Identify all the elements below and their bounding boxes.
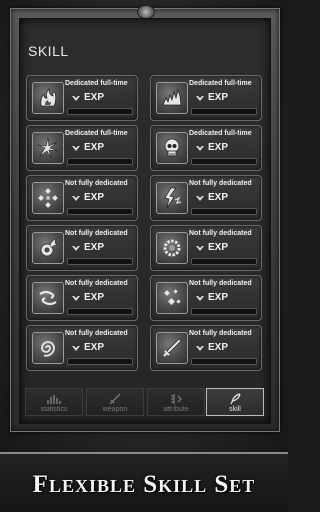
dots-skill-icon bbox=[32, 182, 64, 214]
wing-icon bbox=[72, 196, 80, 201]
fire-skill-icon bbox=[32, 82, 64, 114]
wing-icon bbox=[196, 196, 204, 201]
exp-label: EXP bbox=[208, 292, 229, 303]
skill-card[interactable]: Not fully dedicated EXP bbox=[150, 175, 262, 221]
sword-icon bbox=[109, 393, 121, 405]
skill-card[interactable]: Not fully dedicated EXP bbox=[26, 275, 138, 321]
exp-label: EXP bbox=[208, 242, 229, 253]
bars-icon bbox=[47, 395, 61, 404]
exp-bar bbox=[67, 108, 133, 115]
exp-bar bbox=[67, 158, 133, 165]
tab-skill[interactable]: skill bbox=[206, 388, 264, 416]
skill-status: Not fully dedicated bbox=[65, 330, 128, 337]
tab-label: skill bbox=[229, 406, 241, 413]
skill-status: Not fully dedicated bbox=[189, 180, 252, 187]
skill-card[interactable]: Not fully dedicated EXP bbox=[150, 225, 262, 271]
wing-icon bbox=[72, 96, 80, 101]
exp-bar bbox=[191, 308, 257, 315]
skill-status: Not fully dedicated bbox=[65, 230, 128, 237]
exp-bar bbox=[191, 158, 257, 165]
quill-icon bbox=[230, 393, 241, 405]
wing-icon bbox=[196, 296, 204, 301]
skill-card[interactable]: Dedicated full-time EXP bbox=[26, 125, 138, 171]
tab-label: attribute bbox=[163, 406, 189, 413]
sword-skill-icon bbox=[156, 332, 188, 364]
skill-card[interactable]: Not fully dedicated EXP bbox=[150, 325, 262, 371]
skill-status: Not fully dedicated bbox=[189, 230, 252, 237]
wing-icon bbox=[72, 146, 80, 151]
panel-title: SKILL bbox=[28, 43, 69, 59]
exp-label: EXP bbox=[84, 92, 105, 103]
skill-status: Not fully dedicated bbox=[65, 280, 128, 287]
exp-label: EXP bbox=[208, 192, 229, 203]
skill-card[interactable]: Dedicated full-time EXP bbox=[150, 75, 262, 121]
tab-bar: statistics weapon attribute skill bbox=[25, 388, 265, 416]
wing-icon bbox=[72, 296, 80, 301]
skill-status: Dedicated full-time bbox=[189, 80, 252, 87]
skill-card[interactable]: Not fully dedicated EXP bbox=[26, 175, 138, 221]
skill-card[interactable]: Not fully dedicated EXP bbox=[26, 325, 138, 371]
attribute-icon bbox=[171, 394, 182, 404]
exp-label: EXP bbox=[84, 292, 105, 303]
skill-status: Dedicated full-time bbox=[189, 130, 252, 137]
exp-bar bbox=[191, 358, 257, 365]
exp-bar bbox=[191, 208, 257, 215]
flame-orb-skill-icon bbox=[32, 232, 64, 264]
wing-icon bbox=[196, 346, 204, 351]
skill-card[interactable]: Not fully dedicated EXP bbox=[26, 225, 138, 271]
frame-ornament bbox=[137, 5, 155, 19]
tab-attribute[interactable]: attribute bbox=[147, 388, 205, 416]
exp-bar bbox=[191, 258, 257, 265]
tab-weapon[interactable]: weapon bbox=[86, 388, 144, 416]
exp-bar bbox=[67, 208, 133, 215]
wing-icon bbox=[72, 246, 80, 251]
exp-label: EXP bbox=[84, 242, 105, 253]
tab-statistics[interactable]: statistics bbox=[25, 388, 83, 416]
wing-icon bbox=[196, 96, 204, 101]
tab-label: statistics bbox=[40, 406, 68, 413]
exp-label: EXP bbox=[84, 342, 105, 353]
exp-bar bbox=[67, 258, 133, 265]
lightning-skill-icon bbox=[156, 182, 188, 214]
skill-status: Not fully dedicated bbox=[189, 280, 252, 287]
skull-skill-icon bbox=[156, 132, 188, 164]
banner-text: Flexible Skill Set bbox=[32, 471, 256, 498]
vortex-skill-icon bbox=[32, 332, 64, 364]
skill-status: Dedicated full-time bbox=[65, 80, 128, 87]
exp-label: EXP bbox=[208, 92, 229, 103]
exp-label: EXP bbox=[84, 142, 105, 153]
exp-label: EXP bbox=[208, 342, 229, 353]
wind-skill-icon bbox=[32, 282, 64, 314]
sparkle-skill-icon bbox=[156, 282, 188, 314]
wing-icon bbox=[72, 346, 80, 351]
skill-status: Dedicated full-time bbox=[65, 130, 128, 137]
burst-skill-icon bbox=[32, 132, 64, 164]
promo-banner: Flexible Skill Set bbox=[0, 452, 288, 512]
skill-card[interactable]: Not fully dedicated EXP bbox=[150, 275, 262, 321]
skill-status: Not fully dedicated bbox=[189, 330, 252, 337]
wing-icon bbox=[196, 146, 204, 151]
exp-bar bbox=[67, 358, 133, 365]
exp-bar bbox=[67, 308, 133, 315]
wing-icon bbox=[196, 246, 204, 251]
exp-bar bbox=[191, 108, 257, 115]
tab-label: weapon bbox=[102, 406, 128, 413]
skill-card[interactable]: Dedicated full-time EXP bbox=[150, 125, 262, 171]
skill-card[interactable]: Dedicated full-time EXP bbox=[26, 75, 138, 121]
spike-skill-icon bbox=[156, 82, 188, 114]
exp-label: EXP bbox=[84, 192, 105, 203]
ring-skill-icon bbox=[156, 232, 188, 264]
exp-label: EXP bbox=[208, 142, 229, 153]
skill-status: Not fully dedicated bbox=[65, 180, 128, 187]
